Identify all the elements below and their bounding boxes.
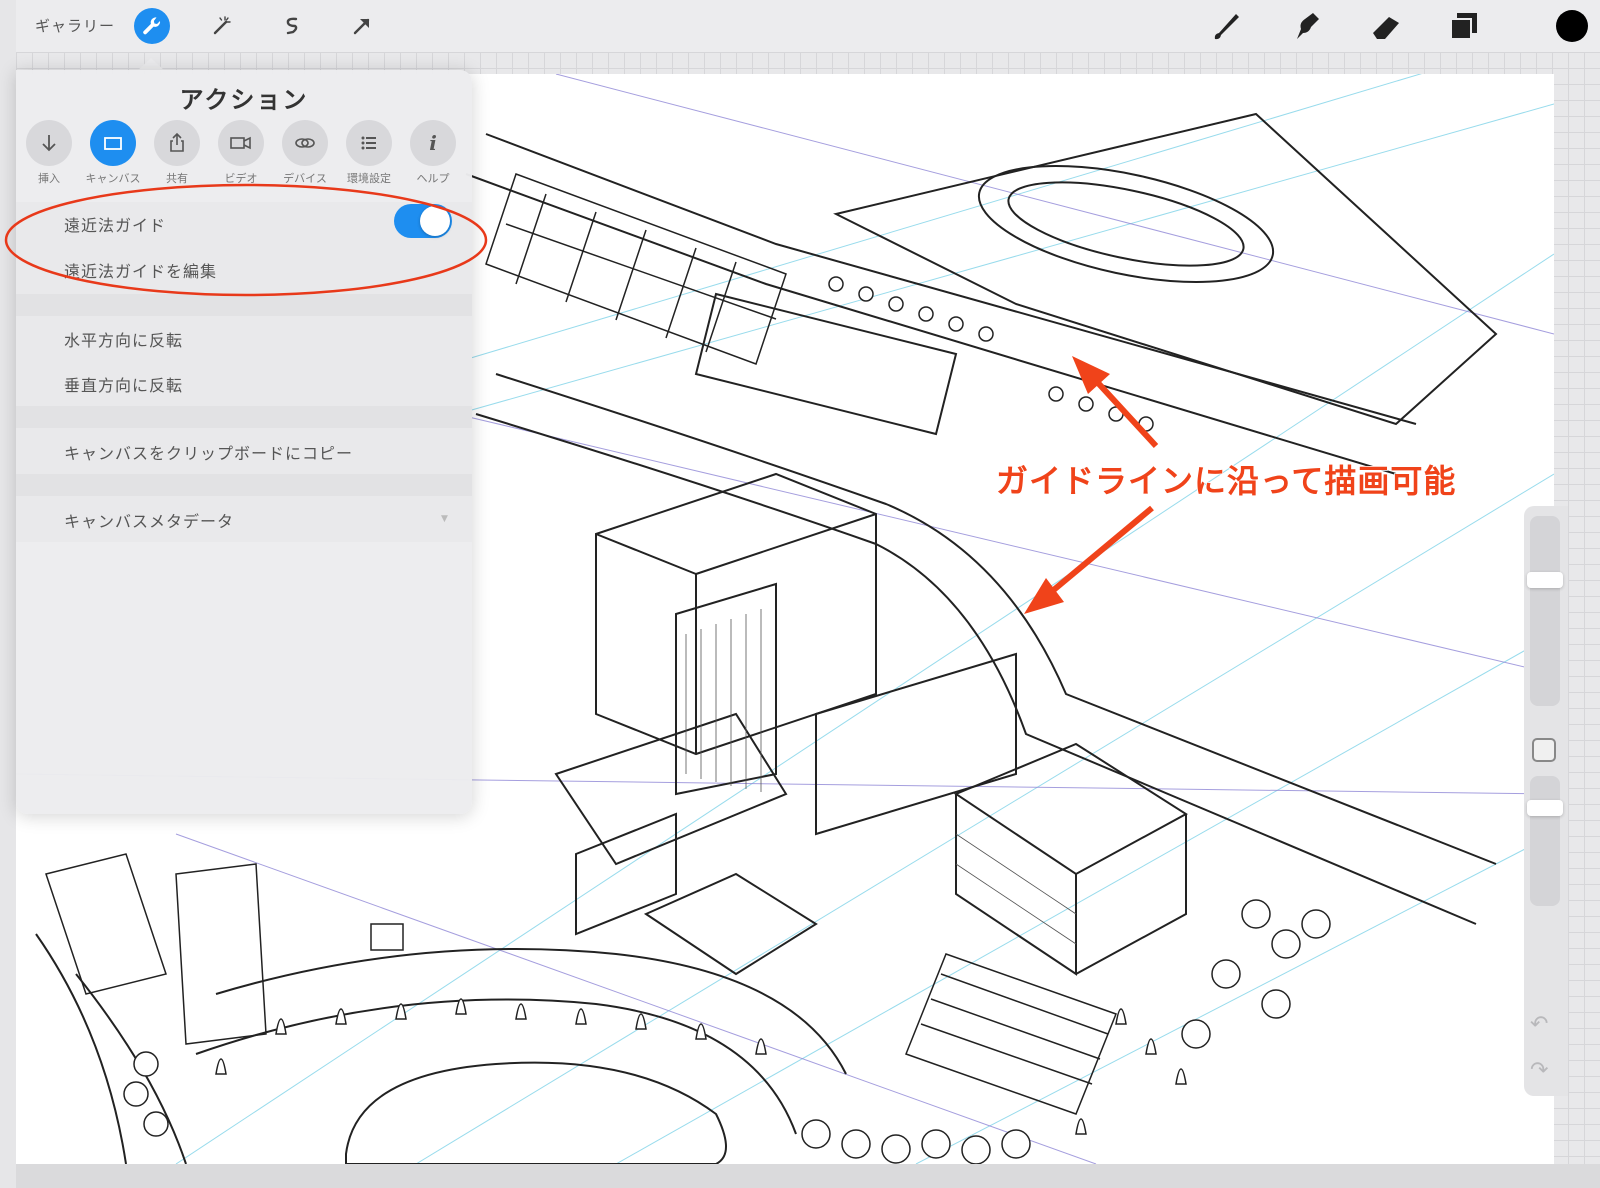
brush-size-slider[interactable] [1530,516,1560,706]
modify-button[interactable] [1532,738,1556,762]
arrow-down-icon [42,135,56,152]
eraser-button[interactable] [1366,6,1406,46]
flip-vertical-item[interactable]: 垂直方向に反転 [64,372,183,396]
color-picker-button[interactable] [1556,10,1588,42]
layers-button[interactable] [1444,6,1484,46]
transform-button[interactable] [344,8,380,44]
tab-device[interactable]: デバイス [273,120,337,186]
layers-icon [1450,13,1477,40]
canvas-metadata-item[interactable]: キャンバスメタデータ [64,508,234,532]
list-icon [361,136,376,150]
tab-video[interactable]: ビデオ [209,120,273,186]
opacity-slider[interactable] [1530,776,1560,906]
redo-icon[interactable]: ↷ [1530,1058,1548,1083]
section-divider [16,406,472,428]
chevron-down-icon: ▼ [441,514,448,524]
tab-insert[interactable]: 挿入 [17,120,81,186]
brush-button[interactable] [1206,6,1246,46]
section-divider [16,474,472,496]
top-toolbar: ギャラリー [16,0,1600,52]
smudge-icon [1297,13,1319,39]
transform-arrow-icon [353,18,370,35]
info-icon: i [429,131,437,155]
gallery-button[interactable]: ギャラリー [35,15,115,36]
link-icon [295,138,315,148]
share-icon [170,132,184,152]
tab-share[interactable]: 共有 [145,120,209,186]
adjustments-button[interactable] [204,8,240,44]
brush-icon [1214,14,1239,40]
canvas-rect-icon [104,137,122,150]
bottom-edge [16,1164,1600,1188]
smudge-button[interactable] [1286,6,1326,46]
tab-preferences[interactable]: 環境設定 [337,120,401,186]
flip-horizontal-item[interactable]: 水平方向に反転 [64,327,183,351]
selection-icon [286,17,298,35]
popover-title: アクション [179,86,309,114]
guideline-annotation: ガイドラインに沿って描画可能 [995,461,1457,501]
actions-wrench-button[interactable] [134,8,170,44]
undo-icon[interactable]: ↶ [1530,1012,1548,1037]
magic-wand-icon [213,16,231,35]
highlight-ellipse [4,183,488,297]
opacity-thumb[interactable] [1527,800,1563,816]
brush-size-thumb[interactable] [1527,572,1563,588]
tab-help[interactable]: i ヘルプ [401,120,465,186]
copy-canvas-item[interactable]: キャンバスをクリップボードにコピー [64,440,353,464]
wrench-icon [143,17,161,35]
selection-button[interactable] [274,8,310,44]
tab-canvas[interactable]: キャンバス [81,120,145,186]
video-camera-icon [230,136,251,150]
eraser-icon [1373,17,1399,39]
